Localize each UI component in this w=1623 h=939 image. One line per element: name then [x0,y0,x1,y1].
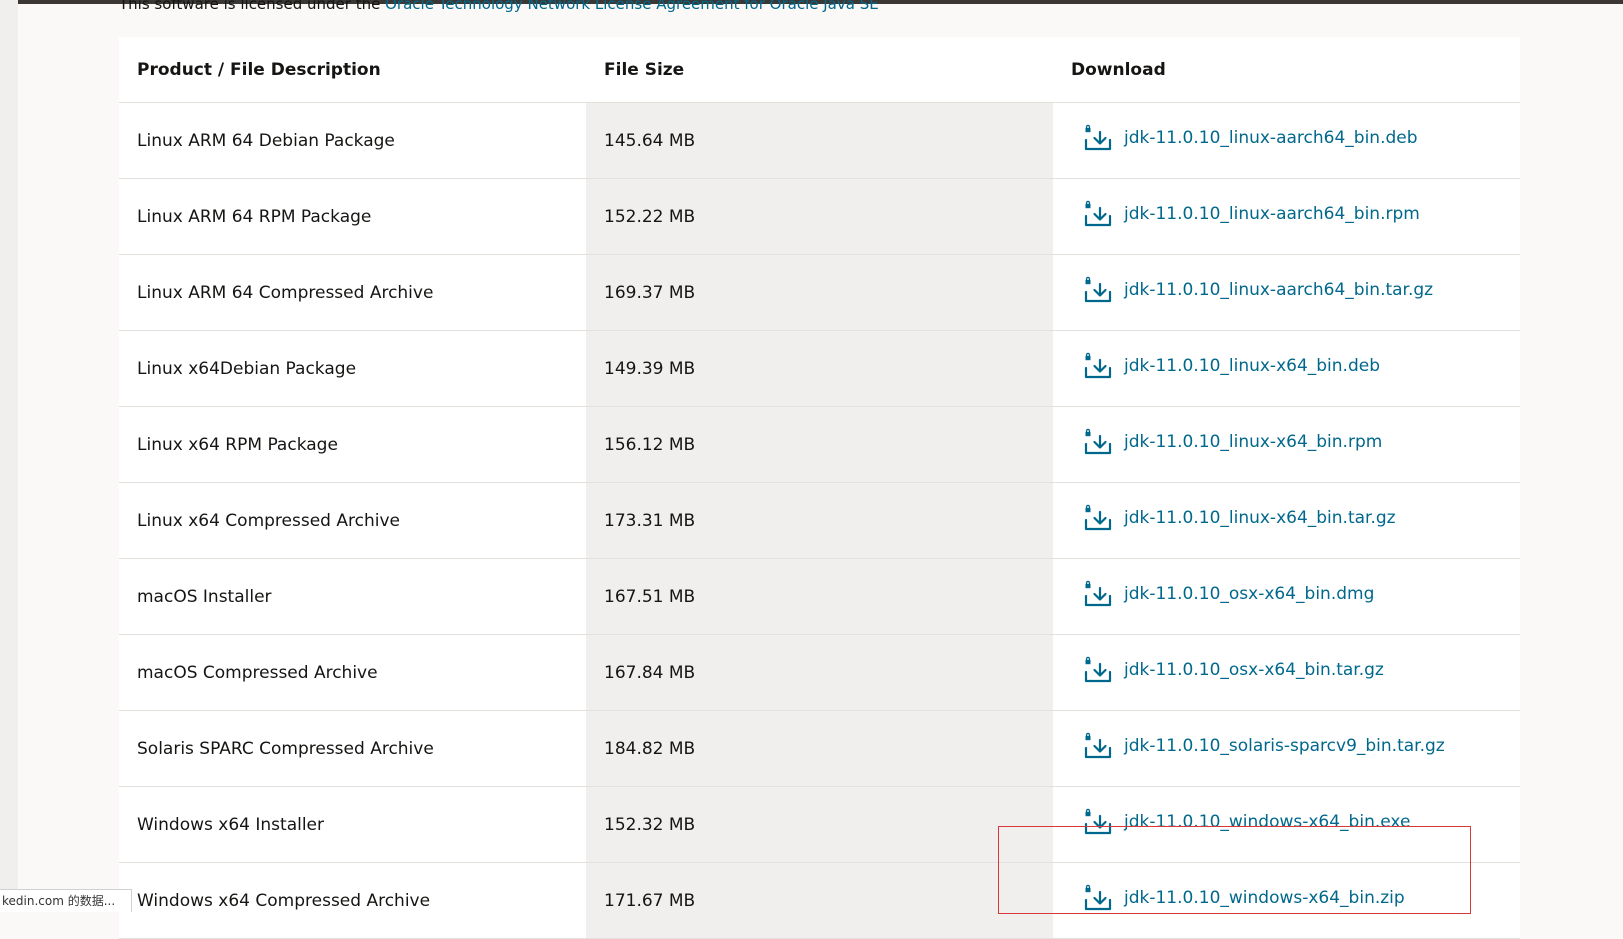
download-filename: jdk-11.0.10_linux-aarch64_bin.tar.gz [1124,280,1434,300]
file-size: 167.84 MB [586,634,1053,711]
download-cell: jdk-11.0.10_linux-aarch64_bin.rpm [1053,178,1520,255]
download-filename: jdk-11.0.10_osx-x64_bin.dmg [1124,584,1375,604]
download-filename: jdk-11.0.10_solaris-sparcv9_bin.tar.gz [1124,736,1445,756]
file-size: 152.22 MB [586,178,1053,255]
table-header-row: Product / File Description File Size Dow… [119,37,1520,103]
table-row: Linux x64 RPM Package 156.12 MB jdk-11.0.1… [119,406,1520,483]
product-description: Linux ARM 64 RPM Package [119,178,586,255]
download-cell: jdk-11.0.10_windows-x64_bin.exe [1053,786,1520,863]
table-row: Linux ARM 64 Compressed Archive 169.37 MB… [119,254,1520,331]
download-link[interactable]: jdk-11.0.10_linux-x64_bin.rpm [1083,428,1382,456]
download-cell: jdk-11.0.10_linux-aarch64_bin.tar.gz [1053,254,1520,331]
table-row: macOS Installer 167.51 MB jdk-11.0.10_osx-… [119,558,1520,635]
download-lock-icon [1083,124,1113,152]
download-lock-icon [1083,884,1113,912]
left-margin [0,0,18,911]
download-link[interactable]: jdk-11.0.10_windows-x64_bin.exe [1083,808,1410,836]
file-size: 167.51 MB [586,558,1053,635]
download-link[interactable]: jdk-11.0.10_osx-x64_bin.tar.gz [1083,656,1384,684]
product-description: Windows x64 Compressed Archive [119,862,586,939]
file-size: 169.37 MB [586,254,1053,331]
license-agreement-link[interactable]: Oracle Technology Network License Agreem… [385,0,879,13]
download-lock-icon [1083,656,1113,684]
product-description: Windows x64 Installer [119,786,586,863]
download-lock-icon [1083,580,1113,608]
file-size: 156.12 MB [586,406,1053,483]
download-link[interactable]: jdk-11.0.10_osx-x64_bin.dmg [1083,580,1374,608]
download-link[interactable]: jdk-11.0.10_linux-x64_bin.deb [1083,352,1380,380]
download-filename: jdk-11.0.10_osx-x64_bin.tar.gz [1124,660,1384,680]
download-cell: jdk-11.0.10_windows-x64_bin.zip [1053,862,1520,939]
file-size: 145.64 MB [586,102,1053,179]
header-download: Download [1053,37,1520,103]
download-filename: jdk-11.0.10_windows-x64_bin.zip [1124,888,1405,908]
table-row: Linux ARM 64 RPM Package 152.22 MB jdk-11.… [119,178,1520,255]
product-description: Linux ARM 64 Compressed Archive [119,254,586,331]
product-description: Linux x64 RPM Package [119,406,586,483]
download-cell: jdk-11.0.10_osx-x64_bin.dmg [1053,558,1520,635]
download-link[interactable]: jdk-11.0.10_linux-aarch64_bin.tar.gz [1083,276,1433,304]
download-cell: jdk-11.0.10_osx-x64_bin.tar.gz [1053,634,1520,711]
download-lock-icon [1083,276,1113,304]
download-filename: jdk-11.0.10_linux-aarch64_bin.rpm [1124,204,1420,224]
download-lock-icon [1083,352,1113,380]
download-lock-icon [1083,428,1113,456]
table-row: Solaris SPARC Compressed Archive 184.82 M… [119,710,1520,787]
license-notice: This software is licensed under the Orac… [119,0,879,13]
file-size: 171.67 MB [586,862,1053,939]
product-description: macOS Compressed Archive [119,634,586,711]
download-link[interactable]: jdk-11.0.10_windows-x64_bin.zip [1083,884,1405,912]
download-lock-icon [1083,504,1113,532]
status-bar: kedin.com 的数据... [0,889,133,912]
download-filename: jdk-11.0.10_linux-x64_bin.tar.gz [1124,508,1396,528]
download-link[interactable]: jdk-11.0.10_solaris-sparcv9_bin.tar.gz [1083,732,1445,760]
download-link[interactable]: jdk-11.0.10_linux-aarch64_bin.deb [1083,124,1418,152]
table-row: Linux ARM 64 Debian Package 145.64 MB jdk-… [119,102,1520,179]
table-row: Windows x64 Installer 152.32 MB jdk-11.0.1… [119,786,1520,863]
download-cell: jdk-11.0.10_solaris-sparcv9_bin.tar.gz [1053,710,1520,787]
downloads-table: Product / File Description File Size Dow… [119,37,1520,939]
table-row: macOS Compressed Archive 167.84 MB jdk-11.… [119,634,1520,711]
file-size: 184.82 MB [586,710,1053,787]
table-row: Linux x64 Compressed Archive 173.31 MB jdk… [119,482,1520,559]
table-body: Linux ARM 64 Debian Package 145.64 MB jdk-… [119,102,1520,939]
download-filename: jdk-11.0.10_linux-x64_bin.deb [1124,356,1380,376]
download-lock-icon [1083,808,1113,836]
download-link[interactable]: jdk-11.0.10_linux-x64_bin.tar.gz [1083,504,1396,532]
download-lock-icon [1083,200,1113,228]
product-description: Solaris SPARC Compressed Archive [119,710,586,787]
product-description: Linux ARM 64 Debian Package [119,102,586,179]
download-cell: jdk-11.0.10_linux-aarch64_bin.deb [1053,102,1520,179]
product-description: macOS Installer [119,558,586,635]
license-prefix: This software is licensed under the [119,0,381,13]
header-description: Product / File Description [119,37,586,103]
download-cell: jdk-11.0.10_linux-x64_bin.deb [1053,330,1520,407]
download-filename: jdk-11.0.10_linux-x64_bin.rpm [1124,432,1383,452]
table-row: Windows x64 Compressed Archive 171.67 MB j… [119,862,1520,939]
downloads-table-container: Product / File Description File Size Dow… [119,37,1520,939]
table-row: Linux x64Debian Package 149.39 MB jdk-11.0… [119,330,1520,407]
download-lock-icon [1083,732,1113,760]
download-cell: jdk-11.0.10_linux-x64_bin.rpm [1053,406,1520,483]
download-link[interactable]: jdk-11.0.10_linux-aarch64_bin.rpm [1083,200,1420,228]
product-description: Linux x64Debian Package [119,330,586,407]
header-file-size: File Size [586,37,1053,103]
download-filename: jdk-11.0.10_windows-x64_bin.exe [1124,812,1411,832]
file-size: 173.31 MB [586,482,1053,559]
download-cell: jdk-11.0.10_linux-x64_bin.tar.gz [1053,482,1520,559]
file-size: 152.32 MB [586,786,1053,863]
download-filename: jdk-11.0.10_linux-aarch64_bin.deb [1124,128,1418,148]
file-size: 149.39 MB [586,330,1053,407]
product-description: Linux x64 Compressed Archive [119,482,586,559]
